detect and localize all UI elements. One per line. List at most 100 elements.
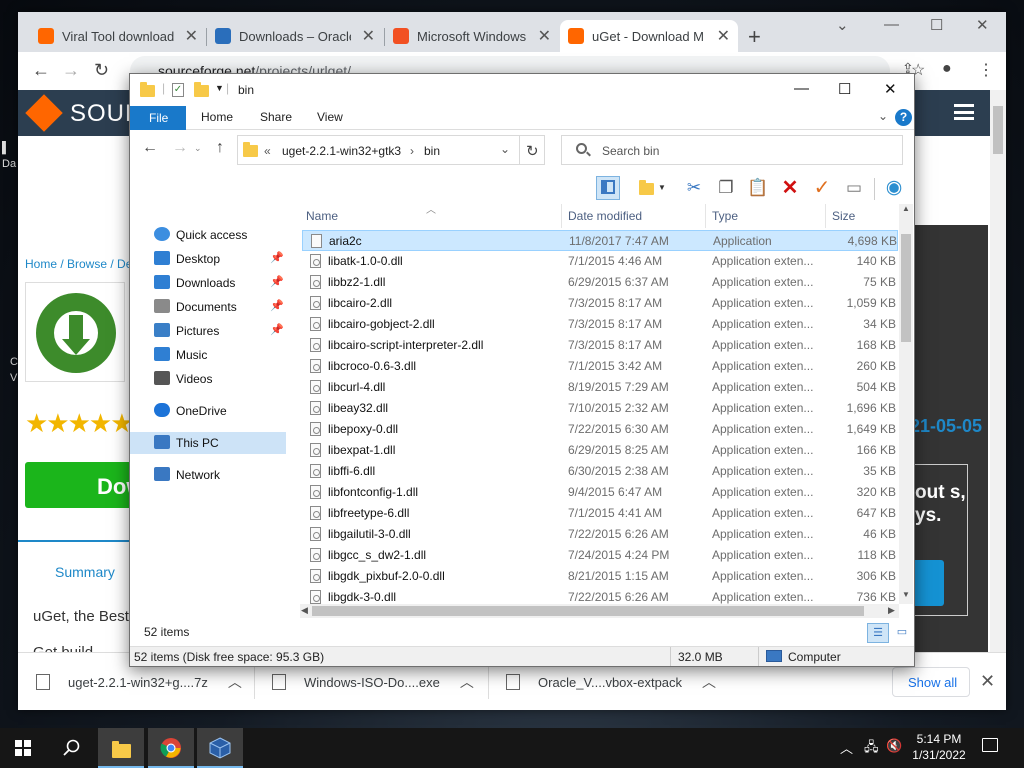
back-arrow-icon[interactable]: ← <box>32 60 50 81</box>
chevron-up-icon[interactable]: ︿ <box>228 672 242 692</box>
file-row[interactable]: libgcc_s_dw2-1.dll 7/24/2015 4:24 PM Appli… <box>302 545 898 566</box>
large-icons-view-icon[interactable]: ▭ <box>891 623 913 643</box>
nav-item-videos[interactable]: Videos <box>152 368 286 390</box>
promo-button[interactable] <box>914 560 944 606</box>
quick-access-dropdown-icon[interactable]: ▼ <box>215 83 224 93</box>
file-row[interactable]: libfreetype-6.dll 7/1/2015 4:41 AM Applica… <box>302 503 898 524</box>
file-row[interactable]: libgailutil-3-0.dll 7/22/2015 6:26 AM Appl… <box>302 524 898 545</box>
nav-item-music[interactable]: Music <box>152 344 286 366</box>
file-row[interactable]: libcairo-2.dll 7/3/2015 8:17 AM Applicatio… <box>302 293 898 314</box>
file-row[interactable]: libcurl-4.dll 8/19/2015 7:29 AM Applicatio… <box>302 377 898 398</box>
horizontal-scrollbar[interactable]: ◀ ▶ <box>300 604 899 618</box>
tab-viral-tool[interactable]: Viral Tool download | S ✕ <box>30 20 206 52</box>
file-row[interactable]: libcairo-gobject-2.dll 7/3/2015 8:17 AM Ap… <box>302 314 898 335</box>
column-header-date[interactable]: Date modified <box>568 209 642 223</box>
file-row[interactable]: libexpat-1.dll 6/29/2015 8:25 AM Applicati… <box>302 440 898 461</box>
tab-microsoft-windows[interactable]: Microsoft Windows and ✕ <box>385 20 559 52</box>
rename-icon[interactable]: ▭ <box>842 176 866 200</box>
forward-arrow-icon[interactable]: → <box>62 60 80 81</box>
file-row[interactable]: libffi-6.dll 6/30/2015 2:38 AM Application… <box>302 461 898 482</box>
globe-icon[interactable]: ◉ <box>882 176 906 200</box>
new-folder-icon[interactable] <box>634 176 658 200</box>
search-button[interactable] <box>49 728 95 768</box>
tab-search-icon[interactable]: ⌄ <box>836 16 849 34</box>
file-row[interactable]: libeay32.dll 7/10/2015 2:32 AM Application… <box>302 398 898 419</box>
chevron-down-icon[interactable]: ▼ <box>656 176 668 200</box>
properties-icon[interactable]: ✓ <box>172 83 184 97</box>
file-row[interactable]: libbz2-1.dll 6/29/2015 6:37 AM Application… <box>302 272 898 293</box>
taskbar-file-explorer[interactable] <box>98 728 144 768</box>
breadcrumb-overflow[interactable]: « <box>264 144 271 158</box>
back-arrow-icon[interactable]: ← <box>142 139 158 157</box>
close-window-button[interactable]: ✕ <box>884 80 897 98</box>
close-tab-icon[interactable]: ✕ <box>362 26 375 46</box>
new-tab-button[interactable]: + <box>748 24 761 50</box>
details-view-icon[interactable]: ☰ <box>867 623 889 643</box>
show-all-button[interactable]: Show all <box>892 667 970 697</box>
maximize-button[interactable]: ☐ <box>930 16 943 34</box>
taskbar-virtualbox[interactable] <box>197 728 243 768</box>
explorer-title-bar[interactable]: | ✓ ▼ | bin — ☐ ✕ <box>130 74 914 106</box>
tab-home[interactable]: Home <box>201 110 233 124</box>
close-tab-icon[interactable]: ✕ <box>538 26 551 46</box>
nav-item-pictures[interactable]: Pictures 📌 <box>152 320 286 342</box>
taskbar-clock[interactable]: 5:14 PM 1/31/2022 <box>906 731 972 763</box>
reload-icon[interactable]: ↻ <box>94 60 109 81</box>
file-row[interactable]: libgdk-3-0.dll 7/22/2015 6:26 AM Applicati… <box>302 587 898 604</box>
page-scrollbar[interactable] <box>990 90 1006 652</box>
column-header-type[interactable]: Type <box>712 209 738 223</box>
volume-muted-icon[interactable]: 🔇 <box>886 738 902 754</box>
column-header-size[interactable]: Size <box>832 209 855 223</box>
expand-ribbon-icon[interactable]: ⌄ <box>878 109 888 123</box>
tab-uget-active[interactable]: uGet - Download Manager ✕ <box>560 20 738 52</box>
nav-item-quick-access[interactable]: Quick access <box>152 224 286 246</box>
chevron-up-icon[interactable]: ︿ <box>460 672 474 692</box>
close-tab-icon[interactable]: ✕ <box>185 26 198 46</box>
help-icon[interactable]: ? <box>895 109 912 126</box>
recent-locations-icon[interactable]: ⌄ <box>194 143 202 154</box>
preview-pane-icon[interactable] <box>596 176 620 200</box>
menu-dots-icon[interactable]: ⋮ <box>978 60 994 80</box>
nav-item-documents[interactable]: Documents 📌 <box>152 296 286 318</box>
notification-center-icon[interactable] <box>982 738 998 752</box>
hamburger-menu-icon[interactable] <box>954 104 974 120</box>
breadcrumb[interactable]: Home / Browse / De <box>25 257 132 271</box>
close-tab-icon[interactable]: ✕ <box>717 26 730 46</box>
forward-arrow-icon[interactable]: → <box>172 139 188 157</box>
delete-icon[interactable]: ✕ <box>778 176 802 200</box>
new-folder-icon[interactable] <box>194 82 209 97</box>
show-hidden-icons-icon[interactable]: ︿ <box>840 738 853 757</box>
minimize-button[interactable]: — <box>794 80 809 97</box>
file-row[interactable]: libfontconfig-1.dll 9/4/2015 6:47 AM Appli… <box>302 482 898 503</box>
chevron-up-icon[interactable]: ︿ <box>702 672 716 692</box>
nav-item-desktop[interactable]: Desktop 📌 <box>152 248 286 270</box>
taskbar-chrome[interactable] <box>148 728 194 768</box>
nav-item-this-pc[interactable]: This PC <box>130 432 286 454</box>
tab-summary[interactable]: Summary <box>55 564 115 580</box>
file-row[interactable]: aria2c 11/8/2017 7:47 AM Application 4,698 … <box>302 230 898 251</box>
close-shelf-icon[interactable]: ✕ <box>980 671 995 692</box>
tab-share[interactable]: Share <box>260 110 292 124</box>
nav-item-onedrive[interactable]: OneDrive <box>152 400 286 422</box>
network-icon[interactable]: 🖧 <box>864 738 879 760</box>
close-window-button[interactable]: ✕ <box>976 16 989 34</box>
chevron-down-icon[interactable]: ⌄ <box>500 142 510 156</box>
vertical-scrollbar[interactable]: ▲ ▼ <box>899 204 913 604</box>
download-button[interactable]: Dow <box>25 462 143 508</box>
nav-item-network[interactable]: Network <box>152 464 286 486</box>
tab-oracle-downloads[interactable]: Downloads – Oracle VM ✕ <box>207 20 383 52</box>
start-button[interactable] <box>0 728 46 768</box>
maximize-button[interactable]: ☐ <box>838 80 851 98</box>
file-row[interactable]: libatk-1.0-0.dll 7/1/2015 4:46 AM Applicat… <box>302 251 898 272</box>
file-row[interactable]: libgdk_pixbuf-2.0-0.dll 8/21/2015 1:15 AM… <box>302 566 898 587</box>
sourceforge-logo-icon[interactable] <box>25 94 63 132</box>
file-row[interactable]: libcroco-0.6-3.dll 7/1/2015 3:42 AM Applic… <box>302 356 898 377</box>
minimize-button[interactable]: — <box>884 16 899 33</box>
file-row[interactable]: libcairo-script-interpreter-2.dll 7/3/201… <box>302 335 898 356</box>
tab-view[interactable]: View <box>317 110 343 124</box>
refresh-icon[interactable]: ↻ <box>526 142 539 160</box>
copy-icon[interactable]: ❐ <box>714 176 738 200</box>
breadcrumb-item[interactable]: uget-2.2.1-win32+gtk3 <box>282 144 401 158</box>
breadcrumb-item[interactable]: bin <box>424 144 440 158</box>
address-bar[interactable]: « uget-2.2.1-win32+gtk3 › bin ⌄ ↻ <box>237 135 545 165</box>
